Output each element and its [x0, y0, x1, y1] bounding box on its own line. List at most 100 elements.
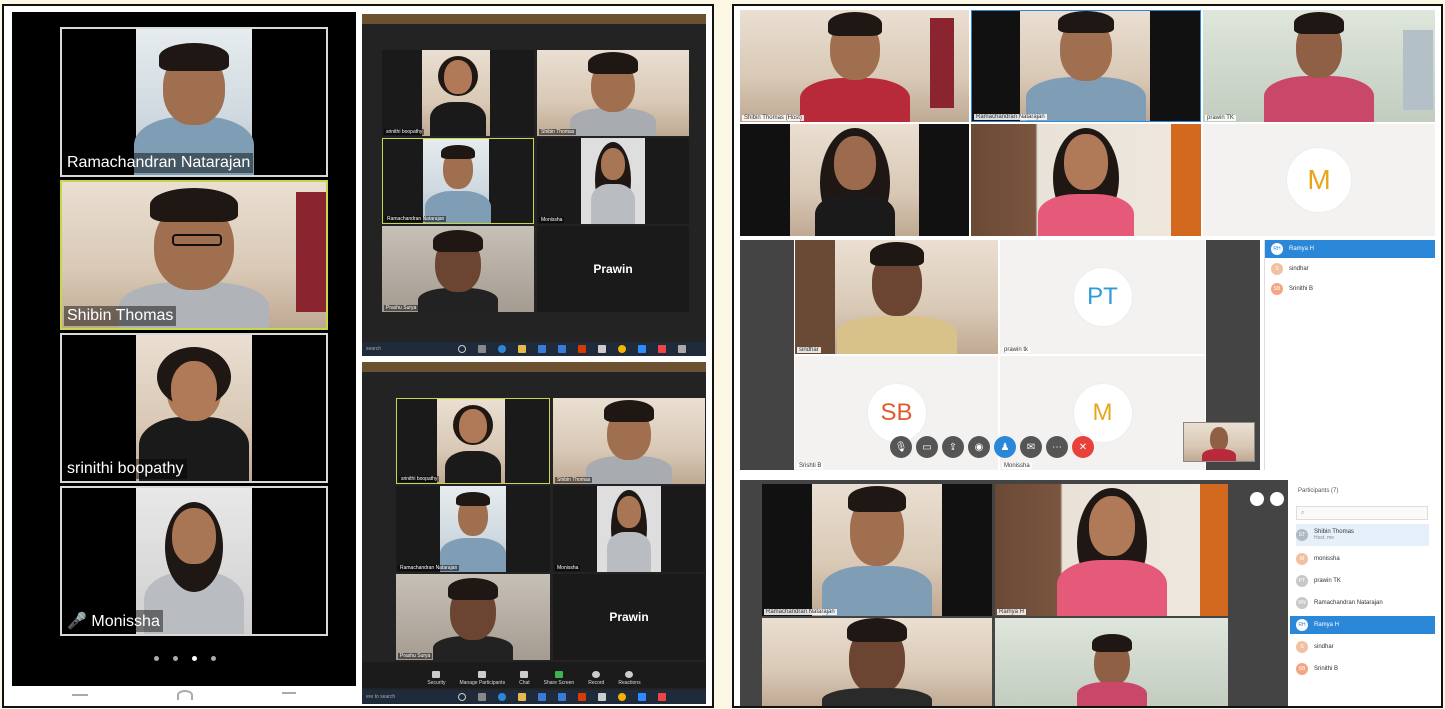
more-icon[interactable]: ⋯ [1046, 436, 1068, 458]
zoom-video-tile[interactable]: Monissha [537, 138, 689, 224]
record-button[interactable]: Record [588, 671, 604, 686]
security-button[interactable]: Security [427, 671, 445, 686]
participant-row-selected[interactable]: RH Ramya H [1265, 240, 1435, 258]
page-indicator[interactable] [150, 656, 220, 666]
reactions-button[interactable]: Reactions [618, 671, 641, 686]
zoom-app-icon[interactable] [638, 345, 646, 353]
search-icon[interactable] [458, 693, 466, 701]
photos-icon[interactable] [658, 693, 666, 701]
teams-video-tile[interactable] [995, 618, 1228, 706]
store-icon[interactable] [538, 693, 546, 701]
chrome-icon[interactable] [618, 345, 626, 353]
teams-video-tile[interactable]: sindhar [795, 240, 998, 354]
teams-avatar-tile[interactable]: PT prawin tk [1000, 240, 1205, 354]
taskbar-search[interactable]: ere to search [366, 694, 446, 700]
settings-icon[interactable] [1270, 492, 1284, 506]
zoom-video-tile[interactable]: Prashu Surya [382, 226, 534, 312]
task-view-icon[interactable] [478, 345, 486, 353]
office-icon[interactable] [578, 693, 586, 701]
store-icon[interactable] [538, 345, 546, 353]
video-icon[interactable]: ▭ [916, 436, 938, 458]
participant-row[interactable]: SB Srinithi B [1271, 280, 1429, 298]
participant-row-host[interactable]: ST Shibin Thomas Host, me [1296, 524, 1429, 546]
participant-name: prawin tk [1002, 347, 1031, 353]
share-icon[interactable]: ⇪ [942, 436, 964, 458]
teams-video-tile[interactable]: Ramachandran Natarajan [762, 484, 992, 616]
zoom-video-tile[interactable]: Ramachandran Natarajan [396, 486, 550, 572]
edge-icon[interactable] [498, 345, 506, 353]
back-icon[interactable] [72, 694, 88, 696]
participant-row-selected[interactable]: RH Ramya H [1290, 616, 1435, 634]
manage-participants-button[interactable]: Manage Participants [459, 671, 505, 686]
phone-screen: Ramachandran Natarajan Shibin Thomas sri… [12, 12, 356, 704]
record-icon[interactable]: ◉ [968, 436, 990, 458]
mail-icon[interactable] [558, 693, 566, 701]
end-call-icon[interactable]: ✕ [1072, 436, 1094, 458]
avatar: RH [1296, 619, 1308, 631]
zoom-video-tile-no-video[interactable]: Prawin [537, 226, 689, 312]
share-screen-button[interactable]: Share Screen [544, 671, 574, 686]
phone-video-tile[interactable]: Ramachandran Natarajan [60, 27, 328, 177]
teams-video-tile[interactable] [740, 124, 969, 236]
zoom-video-tile[interactable]: Prashu Surya [396, 574, 550, 660]
page-dot[interactable] [154, 656, 159, 661]
zoom-video-tile-active[interactable]: srinithi boopathy [396, 398, 550, 484]
participant-row[interactable]: RN Ramachandran Natarajan [1296, 594, 1429, 612]
chat-button[interactable]: Chat [519, 671, 530, 686]
mail-icon[interactable] [558, 345, 566, 353]
participant-name: Monissha [539, 217, 565, 223]
photos-icon[interactable] [658, 345, 666, 353]
camera-icon[interactable] [598, 693, 606, 701]
teams-video-tile[interactable] [971, 124, 1201, 236]
teams-video-tile[interactable]: Shibin Thomas (Host) [740, 10, 969, 122]
participant-search-input[interactable]: ⌕ [1296, 506, 1428, 520]
zoom-app-icon[interactable] [638, 693, 646, 701]
taskbar-search[interactable]: search [366, 346, 446, 352]
file-explorer-icon[interactable] [518, 345, 526, 353]
file-explorer-icon[interactable] [518, 693, 526, 701]
teams-meeting-bottom: Ramachandran Natarajan Ramya H Participa… [740, 480, 1435, 706]
zoom-video-tile[interactable]: srinithi boopathy [382, 50, 534, 136]
participant-row[interactable]: M monissha [1296, 550, 1429, 568]
teams-video-tile[interactable] [762, 618, 992, 706]
participant-row[interactable]: S sindhar [1271, 260, 1429, 278]
search-icon[interactable] [458, 345, 466, 353]
recent-apps-icon[interactable] [282, 692, 296, 698]
participant-row[interactable]: SB Srinithi B [1296, 660, 1429, 678]
phone-video-tile[interactable]: 🎤 Monissha [60, 486, 328, 636]
zoom-video-tile-active[interactable]: Ramachandran Natarajan [382, 138, 534, 224]
page-dot[interactable] [173, 656, 178, 661]
participants-icon[interactable]: ♟ [994, 436, 1016, 458]
zoom-video-tile-no-video[interactable]: Prawin [553, 574, 705, 660]
phone-video-tile-active[interactable]: Shibin Thomas [60, 180, 328, 330]
zoom-video-tile[interactable]: Shibin Thomas [553, 398, 705, 484]
app-icon[interactable] [678, 345, 686, 353]
edge-icon[interactable] [498, 693, 506, 701]
participant-row[interactable]: PT prawin TK [1296, 572, 1429, 590]
page-dot[interactable] [211, 656, 216, 661]
participant-name: sindhar [1289, 266, 1309, 272]
task-view-icon[interactable] [478, 693, 486, 701]
mic-icon[interactable]: 🎙 [890, 436, 912, 458]
self-view-video[interactable] [1183, 422, 1255, 462]
call-controls: 🎙 ▭ ⇪ ◉ ♟ ✉ ⋯ ✕ [890, 436, 1094, 458]
participant-row[interactable]: S sindhar [1296, 638, 1429, 656]
participant-name: prawin TK [1314, 578, 1341, 584]
camera-icon[interactable] [598, 345, 606, 353]
zoom-video-tile[interactable]: Shibin Thomas [537, 50, 689, 136]
participant-name: Ramya H [997, 609, 1027, 615]
teams-avatar-tile[interactable]: M [1203, 124, 1435, 236]
teams-video-tile[interactable]: Ramachandran Natarajan [971, 10, 1201, 122]
zoom-video-tile[interactable]: Monissha [553, 486, 705, 572]
page-dot-active[interactable] [192, 656, 197, 661]
chat-icon[interactable]: ✉ [1020, 436, 1042, 458]
popout-icon[interactable] [1250, 492, 1264, 506]
office-icon[interactable] [578, 345, 586, 353]
participant-name: sindhar [1314, 644, 1334, 650]
teams-video-tile[interactable]: Ramya H [995, 484, 1228, 616]
home-icon[interactable] [177, 690, 193, 700]
phone-video-tile[interactable]: srinithi boopathy [60, 333, 328, 483]
chrome-icon[interactable] [618, 693, 626, 701]
participant-name: Srishti B [797, 463, 824, 469]
teams-video-tile[interactable]: prawin TK [1203, 10, 1435, 122]
